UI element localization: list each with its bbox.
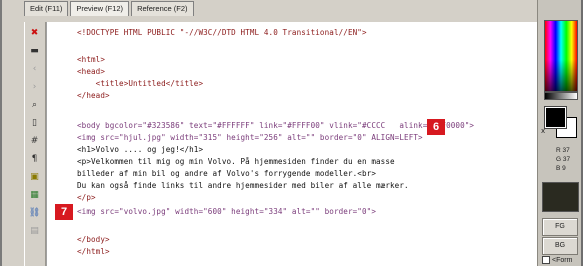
code-line: </head> bbox=[77, 91, 110, 100]
link-icon[interactable]: ⛓ bbox=[26, 206, 43, 220]
hash-icon[interactable]: # bbox=[26, 134, 43, 148]
code-line: <!DOCTYPE HTML PUBLIC "-//W3C//DTD HTML … bbox=[77, 28, 367, 37]
table-icon[interactable]: ▦ bbox=[26, 188, 43, 202]
vertical-toolbar: ✖ ▬ ‹ › ⌕ ▯ # ¶ ▣ ▦ ⛓ ▤ bbox=[24, 22, 46, 266]
search-icon[interactable]: ⌕ bbox=[26, 98, 43, 112]
callout-marker-6: 6 bbox=[427, 119, 445, 135]
grid-icon[interactable]: ▤ bbox=[26, 224, 43, 238]
code-line: </body> bbox=[77, 235, 110, 244]
save-icon[interactable]: ▬ bbox=[26, 44, 43, 58]
code-line: billeder af min bil og andre af Volvo's … bbox=[77, 169, 376, 178]
code-editor[interactable]: <!DOCTYPE HTML PUBLIC "-//W3C//DTD HTML … bbox=[46, 22, 538, 266]
code-line: <img src="volvo.jpg" width="600" height=… bbox=[77, 207, 376, 216]
back-icon[interactable]: ‹ bbox=[26, 62, 43, 76]
tab-edit[interactable]: Edit (F11) bbox=[24, 1, 69, 16]
code-line: <html> bbox=[77, 55, 106, 64]
code-line: <body bgcolor="#323586" text="#FFFFFF" l… bbox=[77, 121, 475, 130]
red-value: R 37 bbox=[556, 147, 570, 154]
code-line: <p>Velkommen til mig og min Volvo. På hj… bbox=[77, 157, 395, 166]
code-line: <title>Untitled</title> bbox=[77, 79, 204, 88]
close-icon[interactable]: ✖ bbox=[26, 26, 43, 40]
tab-reference[interactable]: Reference (F2) bbox=[131, 1, 194, 16]
color-panel: x R 37 G 37 B 9 FG BG <Form bbox=[537, 0, 581, 266]
form-checkbox-label: <Form bbox=[552, 256, 573, 264]
forward-icon[interactable]: › bbox=[26, 80, 43, 94]
tab-preview[interactable]: Preview (F12) bbox=[70, 1, 130, 16]
bg-button[interactable]: BG bbox=[542, 237, 578, 255]
grayscale-strip[interactable] bbox=[544, 92, 578, 100]
code-line: <img src="hjul.jpg" width="315" height="… bbox=[77, 133, 423, 142]
color-spectrum[interactable] bbox=[544, 20, 578, 92]
code-line: </p> bbox=[77, 193, 96, 202]
code-line: </html> bbox=[77, 247, 110, 256]
blue-value: B 9 bbox=[556, 165, 566, 172]
checkbox-box[interactable] bbox=[542, 256, 550, 264]
green-value: G 37 bbox=[556, 156, 571, 163]
swap-colors-icon[interactable]: x bbox=[541, 127, 545, 135]
editor-window: Edit (F11) Preview (F12) Reference (F2) … bbox=[2, 0, 581, 266]
current-color-preview bbox=[542, 182, 579, 212]
code-line: <h1>Volvo .... og jeg!</h1> bbox=[77, 145, 204, 154]
tag-insert-icon[interactable]: ▯ bbox=[26, 116, 43, 130]
paragraph-icon[interactable]: ¶ bbox=[26, 152, 43, 166]
foreground-swatch[interactable] bbox=[544, 106, 567, 129]
code-line: Du kan også finde links til andre hjemme… bbox=[77, 181, 409, 190]
code-line: <head> bbox=[77, 67, 106, 76]
form-checkbox[interactable]: <Form bbox=[542, 256, 572, 264]
tab-bar: Edit (F11) Preview (F12) Reference (F2) bbox=[24, 0, 544, 22]
image-icon[interactable]: ▣ bbox=[26, 170, 43, 184]
callout-marker-7: 7 bbox=[55, 204, 73, 220]
fg-button[interactable]: FG bbox=[542, 218, 578, 236]
